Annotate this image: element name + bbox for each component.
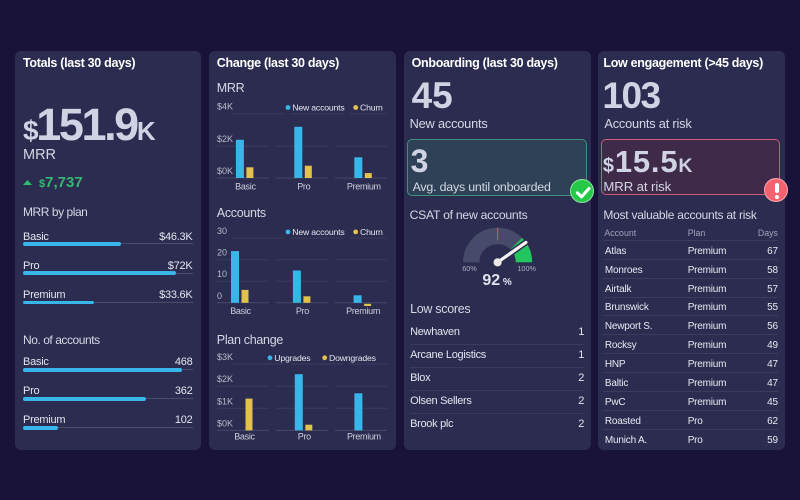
svg-text:Churn: Churn xyxy=(360,227,383,237)
svg-text:$3K: $3K xyxy=(217,352,233,362)
svg-text:Basic: Basic xyxy=(230,306,251,316)
svg-text:Pro: Pro xyxy=(297,182,310,192)
svg-text:$0K: $0K xyxy=(217,166,233,176)
svg-text:Premium: Premium xyxy=(346,306,380,316)
svg-text:New accounts: New accounts xyxy=(292,227,345,237)
svg-text:0: 0 xyxy=(217,291,222,301)
svg-text:Churn: Churn xyxy=(360,103,383,113)
svg-text:Downgrades: Downgrades xyxy=(329,353,377,363)
svg-text:30: 30 xyxy=(217,226,227,236)
svg-text:$2K: $2K xyxy=(217,374,233,384)
svg-text:10: 10 xyxy=(217,269,227,279)
svg-text:Basic: Basic xyxy=(235,182,256,192)
svg-text:Upgrades: Upgrades xyxy=(274,353,311,363)
svg-text:$1K: $1K xyxy=(217,396,233,406)
svg-text:Premium: Premium xyxy=(347,182,381,192)
svg-text:20: 20 xyxy=(217,248,227,258)
svg-text:Pro: Pro xyxy=(296,306,309,316)
svg-text:Premium: Premium xyxy=(347,432,381,442)
svg-text:New accounts: New accounts xyxy=(292,103,345,113)
svg-text:$0K: $0K xyxy=(217,418,233,428)
svg-text:$4K: $4K xyxy=(217,102,233,112)
svg-text:Pro: Pro xyxy=(298,432,311,442)
svg-text:Basic: Basic xyxy=(234,432,255,442)
svg-text:$2K: $2K xyxy=(217,134,233,144)
